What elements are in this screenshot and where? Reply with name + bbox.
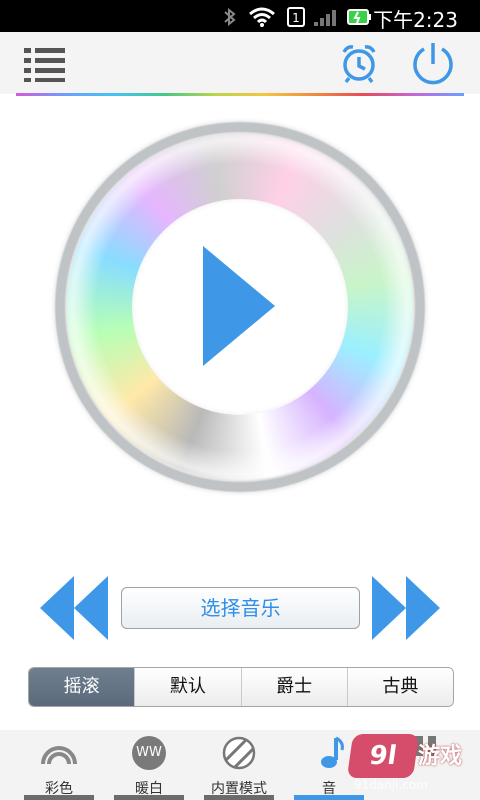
alarm-clock-icon [342,45,376,84]
tab-warm-white[interactable]: WW 暖白 [104,730,194,800]
tab-indicator [24,795,94,800]
tab-builtin-mode[interactable]: 内置模式 [194,730,284,800]
bluetooth-icon [224,7,236,27]
ww-icon-text: WW [136,745,162,760]
mode-selector: 摇滚 默认 爵士 古典 [28,667,454,707]
mode-default[interactable]: 默认 [135,668,242,706]
mode-rock[interactable]: 摇滚 [29,668,136,706]
watermark-logo: 9l 游戏 91danji.com [346,734,468,792]
ww-icon: WW [132,736,166,770]
fast-forward-icon [372,576,440,640]
menu-button[interactable] [24,44,68,82]
rewind-icon [40,576,108,640]
mode-classical[interactable]: 古典 [347,668,453,706]
next-button[interactable] [370,576,440,640]
signal-icon [314,10,336,26]
stripes-icon [222,736,256,770]
alarm-button[interactable] [338,42,380,84]
tab-indicator [294,795,364,800]
previous-button[interactable] [40,576,110,640]
sim-1-icon: 1 [287,7,305,27]
list-icon [24,48,65,82]
tab-indicator [204,795,274,800]
mode-jazz[interactable]: 爵士 [241,668,348,706]
svg-text:1: 1 [292,11,300,25]
watermark-badge: 9l [346,734,420,778]
status-bar: 1 下午2:23 [0,0,480,32]
top-toolbar [0,32,480,94]
watermark-text: 游戏 [418,744,463,769]
rainbow-divider [16,93,464,96]
bottom-nav: 彩色 WW 暖白 内置模式 音 9l 游戏 91danji.com [0,730,480,800]
power-button[interactable] [410,40,456,86]
status-time: 下午2:23 [373,8,458,32]
select-music-button[interactable]: 选择音乐 [121,587,360,629]
tab-indicator [114,795,184,800]
power-icon [413,43,453,85]
watermark-sub: 91danji.com [354,778,428,792]
wifi-icon [249,7,275,27]
battery-icon [347,9,371,25]
play-icon[interactable] [203,246,275,366]
disc-player[interactable] [55,122,425,492]
tab-color[interactable]: 彩色 [14,730,104,800]
rainbow-icon [41,746,77,765]
music-note-icon [321,736,344,768]
